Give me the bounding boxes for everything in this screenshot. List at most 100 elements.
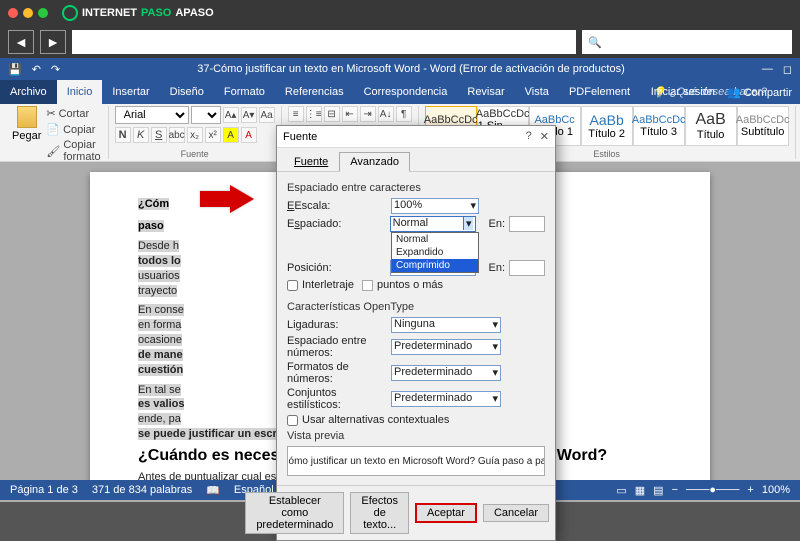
text-effects-button[interactable]: Efectos de texto... <box>350 492 409 534</box>
spacing-option-condensed[interactable]: Comprimido <box>392 259 478 272</box>
minimize-window-icon[interactable] <box>23 8 33 18</box>
cut-button[interactable]: ✂ Cortar <box>45 106 101 121</box>
menu-review[interactable]: Revisar <box>457 80 514 104</box>
numbering-icon[interactable]: ⋮≡ <box>306 106 322 122</box>
ribbon-editing-group: 🔍 Buscar ▾ ab Reemplazar ▭ Seleccionar ▾… <box>796 106 800 159</box>
back-button[interactable]: ◄ <box>8 30 34 54</box>
dialog-help-icon[interactable]: ? <box>526 130 532 143</box>
bold-button[interactable]: N <box>115 127 131 143</box>
change-case-icon[interactable]: Aa <box>259 107 275 123</box>
view-readmode-icon[interactable]: ▭ <box>616 484 626 497</box>
zoom-in-icon[interactable]: + <box>747 484 753 496</box>
copy-button[interactable]: 📄 Copiar <box>45 122 101 137</box>
spacing-select[interactable]: Normal▾ <box>390 216 477 232</box>
view-web-icon[interactable]: ▤ <box>653 484 663 497</box>
font-dialog: Fuente ? ✕ Fuente Avanzado Espaciado ent… <box>276 125 556 541</box>
font-color-button[interactable]: A <box>241 127 257 143</box>
zoom-slider[interactable]: ───●─── <box>686 484 739 496</box>
decrease-indent-icon[interactable]: ⇤ <box>342 106 358 122</box>
grow-font-icon[interactable]: A▴ <box>223 107 239 123</box>
status-page[interactable]: Página 1 de 3 <box>10 484 78 496</box>
url-input[interactable] <box>72 30 576 54</box>
set-default-button[interactable]: Establecer como predeterminado <box>245 492 344 534</box>
menu-format[interactable]: Formato <box>214 80 275 104</box>
style-preview: AaBbCcDc <box>736 114 790 126</box>
dialog-close-icon[interactable]: ✕ <box>540 130 549 143</box>
shrink-font-icon[interactable]: A▾ <box>241 107 257 123</box>
formatpainter-label: Copiar formato <box>63 139 100 163</box>
style-preview: AaBb <box>590 112 624 128</box>
copy-label: Copiar <box>63 124 95 136</box>
status-spellcheck-icon[interactable]: 📖 <box>206 484 220 497</box>
font-family-select[interactable]: Arial <box>115 106 189 124</box>
highlight-button[interactable]: A <box>223 127 239 143</box>
menu-view[interactable]: Vista <box>515 80 559 104</box>
accept-button[interactable]: Aceptar <box>415 503 477 523</box>
logo-icon <box>62 5 78 21</box>
status-words[interactable]: 371 de 834 palabras <box>92 484 192 496</box>
style-heading3[interactable]: AaBbCcDcTítulo 3 <box>633 106 685 146</box>
spacing-option-expanded[interactable]: Expandido <box>392 246 478 259</box>
menu-references[interactable]: Referencias <box>275 80 354 104</box>
numspacing-select[interactable]: Predeterminado▾ <box>391 339 501 355</box>
tab-font[interactable]: Fuente <box>283 152 339 171</box>
show-marks-icon[interactable]: ¶ <box>396 106 412 122</box>
search-input[interactable] <box>582 30 792 54</box>
tab-advanced[interactable]: Avanzado <box>339 152 410 172</box>
format-painter-button[interactable]: 🖌 Copiar formato <box>45 138 101 164</box>
subscript-button[interactable]: x₂ <box>187 127 203 143</box>
style-name: Título <box>697 129 725 141</box>
style-subtitle[interactable]: AaBbCcDcSubtítulo <box>737 106 789 146</box>
kerning-input[interactable] <box>362 280 373 291</box>
zoom-level[interactable]: 100% <box>762 484 790 496</box>
forward-button[interactable]: ► <box>40 30 66 54</box>
section-character-spacing: Espaciado entre caracteres <box>287 182 545 194</box>
redo-icon[interactable]: ↷ <box>51 63 60 76</box>
share-button[interactable]: 👥 Compartir <box>727 86 792 99</box>
maximize-window-icon[interactable] <box>38 8 48 18</box>
menu-pdfelement[interactable]: PDFelement <box>559 80 640 104</box>
strike-button[interactable]: abc <box>169 127 185 143</box>
underline-button[interactable]: S <box>151 127 167 143</box>
spacing-dropdown: Normal Expandido Comprimido <box>391 232 479 273</box>
spacing-label: Espaciado: <box>287 218 386 230</box>
contextual-checkbox[interactable] <box>287 415 298 426</box>
close-window-icon[interactable] <box>8 8 18 18</box>
style-preview: AaB <box>696 111 726 129</box>
preview-box: ¿Cómo justificar un texto en Microsoft W… <box>287 446 545 476</box>
paste-button[interactable]: Pegar <box>12 106 41 142</box>
cancel-button[interactable]: Cancelar <box>483 504 549 522</box>
dialog-buttons: Establecer como predeterminado Efectos d… <box>277 485 555 540</box>
menu-design[interactable]: Diseño <box>160 80 214 104</box>
scale-select[interactable]: 100%▾ <box>391 198 479 214</box>
view-print-icon[interactable]: ▦ <box>635 484 645 497</box>
signin-link[interactable]: Iniciar sesión <box>651 86 715 98</box>
menu-home[interactable]: Inicio <box>57 80 103 104</box>
undo-icon[interactable]: ↶ <box>32 63 41 76</box>
style-heading2[interactable]: AaBbTítulo 2 <box>581 106 633 146</box>
window-minimize-icon[interactable]: — <box>762 63 773 75</box>
increase-indent-icon[interactable]: ⇥ <box>360 106 376 122</box>
ligatures-select[interactable]: Ninguna▾ <box>391 317 501 333</box>
multilevel-icon[interactable]: ⊟ <box>324 106 340 122</box>
sort-icon[interactable]: A↓ <box>378 106 394 122</box>
stylistic-select[interactable]: Predeterminado▾ <box>391 391 501 407</box>
bullets-icon[interactable]: ≡ <box>288 106 304 122</box>
menu-insert[interactable]: Insertar <box>102 80 159 104</box>
italic-button[interactable]: K <box>133 127 149 143</box>
clipboard-icon <box>17 106 37 128</box>
menu-mailings[interactable]: Correspondencia <box>354 80 458 104</box>
style-title[interactable]: AaBTítulo <box>685 106 737 146</box>
spacing-by-input[interactable] <box>509 216 545 232</box>
kerning-checkbox[interactable] <box>287 280 298 291</box>
superscript-button[interactable]: x² <box>205 127 221 143</box>
position-by-input[interactable] <box>509 260 545 276</box>
numforms-select[interactable]: Predeterminado▾ <box>391 365 501 381</box>
zoom-out-icon[interactable]: − <box>672 484 678 496</box>
menu-file[interactable]: Archivo <box>0 80 57 104</box>
spacing-option-normal[interactable]: Normal <box>392 233 478 246</box>
dialog-titlebar[interactable]: Fuente ? ✕ <box>277 126 555 148</box>
save-icon[interactable]: 💾 <box>8 63 22 76</box>
window-restore-icon[interactable]: ◻ <box>783 63 792 76</box>
font-size-select[interactable]: 1 <box>191 106 221 124</box>
